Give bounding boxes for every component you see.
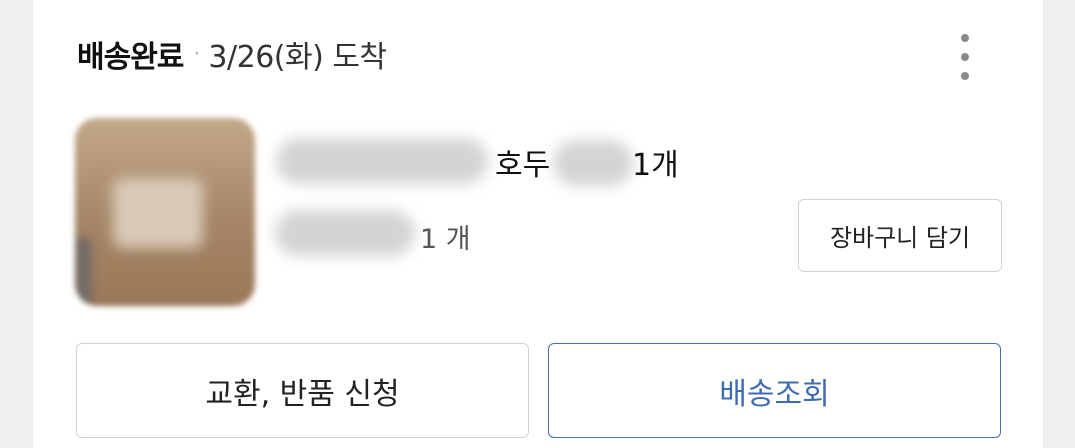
track-delivery-button[interactable]: 배송조회 <box>548 343 1001 438</box>
more-options-icon[interactable] <box>951 34 979 80</box>
order-header: 배송완료 · 3/26(화) 도착 <box>77 32 387 76</box>
delivery-status: 배송완료 <box>77 40 184 75</box>
exchange-return-button[interactable]: 교환, 반품 신청 <box>76 343 529 438</box>
blurred-option-name <box>275 210 415 256</box>
product-name-line[interactable]: 호두 <box>495 138 550 186</box>
blurred-product-detail <box>553 140 633 186</box>
product-name: 호두 <box>495 148 551 183</box>
add-to-cart-button[interactable]: 장바구니 담기 <box>798 199 1002 272</box>
blurred-product-name <box>276 138 488 184</box>
separator-dot: · <box>193 41 201 67</box>
option-line: 1 개 <box>420 214 471 258</box>
order-card: 배송완료 · 3/26(화) 도착 호두 1개 1 개 장바구니 담기 교환, … <box>33 0 1043 448</box>
arrival-date: 3/26(화) 도착 <box>208 40 387 75</box>
product-quantity: 1개 <box>632 148 679 183</box>
option-quantity: 1 개 <box>420 223 471 255</box>
product-thumbnail[interactable] <box>75 118 255 306</box>
product-quantity-line: 1개 <box>632 138 679 186</box>
